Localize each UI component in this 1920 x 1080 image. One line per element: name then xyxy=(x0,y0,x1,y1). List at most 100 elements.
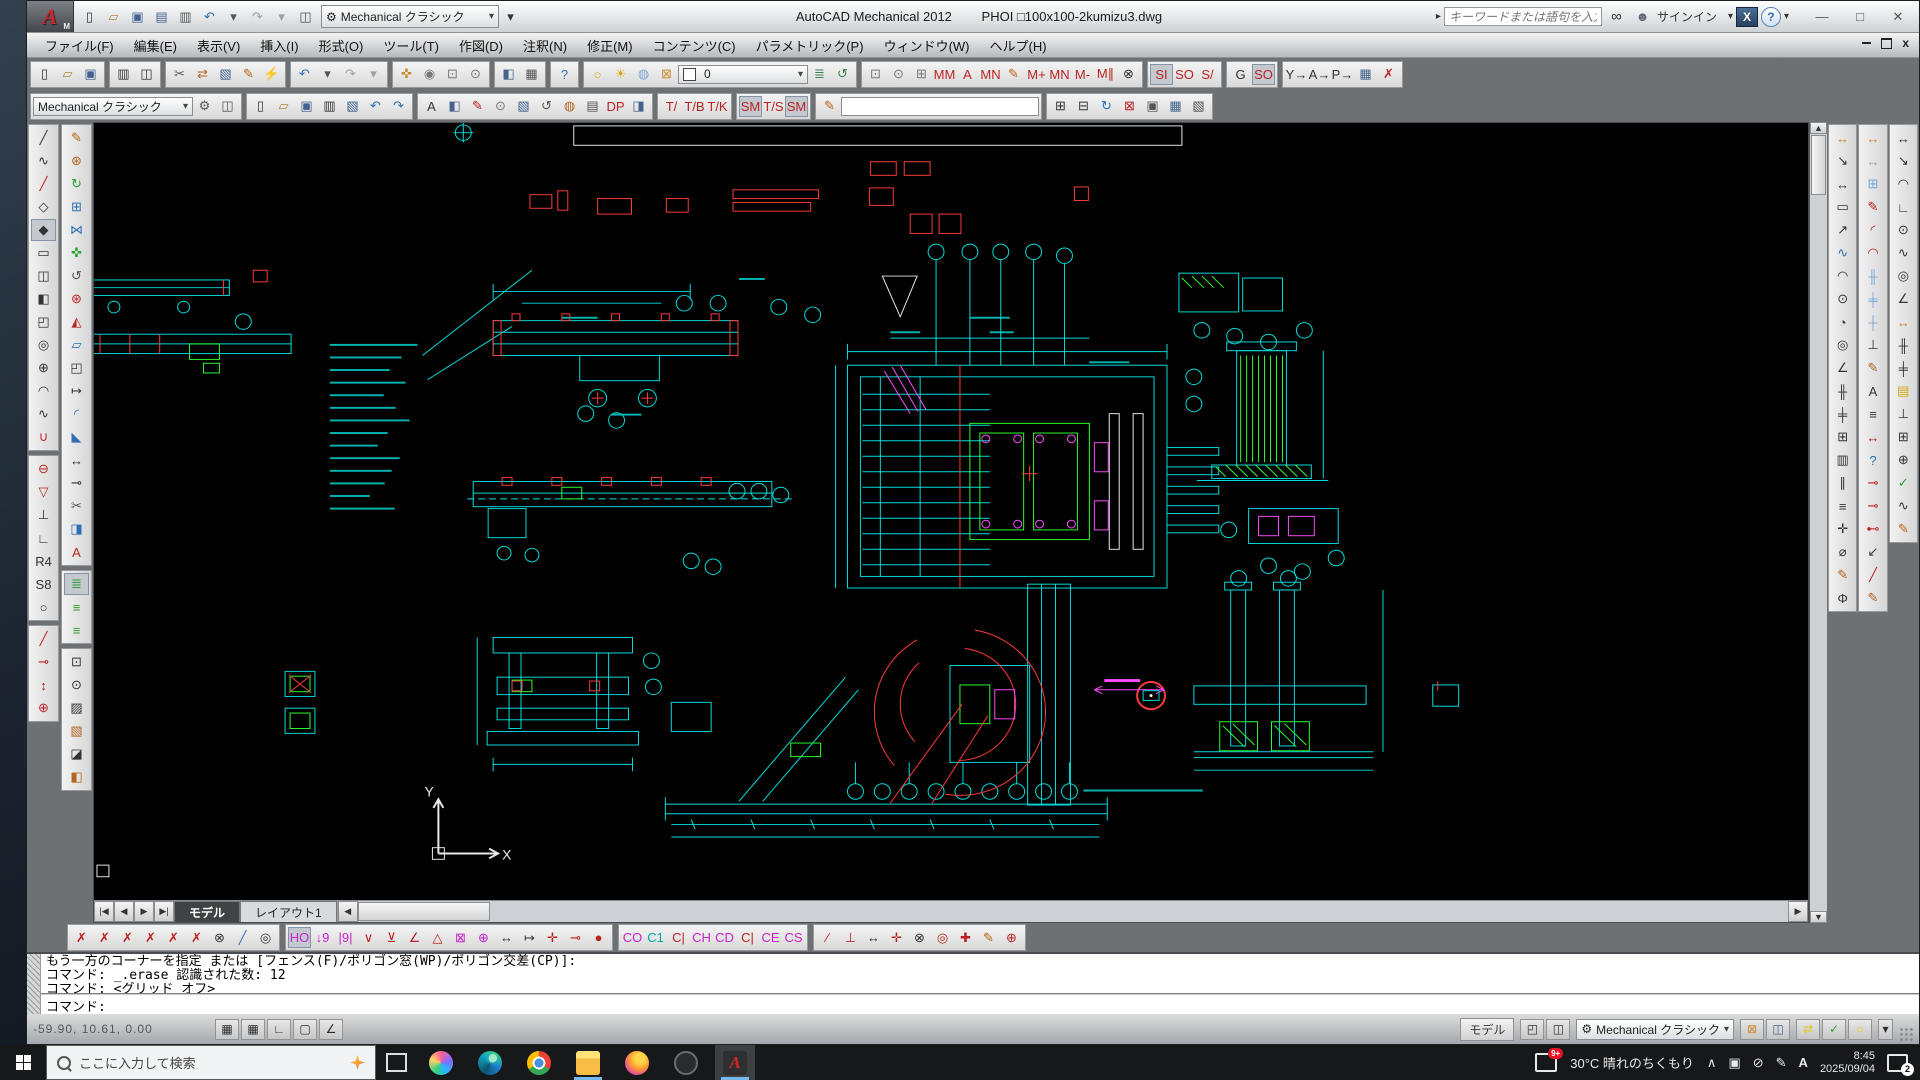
dim-jogged-icon[interactable]: ◔ xyxy=(1830,311,1855,333)
rotate2-icon[interactable]: ↺ xyxy=(64,265,89,287)
dim3-diameter-icon[interactable]: ◎ xyxy=(1891,265,1916,287)
layer-on-icon[interactable]: ○ xyxy=(586,64,609,85)
dim-aligned-icon[interactable]: ↘ xyxy=(1830,150,1855,172)
dim-edit-icon[interactable]: ↔ xyxy=(64,449,89,471)
dim-baseline-icon[interactable]: ╫ xyxy=(1830,380,1855,402)
cbar2-icon[interactable]: C| xyxy=(736,927,759,948)
snap-angle-icon[interactable]: ∠ xyxy=(403,927,426,948)
qat-more-button[interactable]: ▾ xyxy=(499,6,522,27)
horizontal-scroll-thumb[interactable] xyxy=(358,902,490,921)
dim3-qleader-icon[interactable]: ▤ xyxy=(1891,380,1916,402)
dim-space-icon[interactable]: ≡ xyxy=(1830,495,1855,517)
bar9-icon[interactable]: |9| xyxy=(334,927,357,948)
model-space-canvas[interactable]: Y X xyxy=(94,123,1808,900)
pdim-chain3-icon[interactable]: ┼ xyxy=(1860,311,1885,333)
snap-parallel-icon[interactable]: ⊻ xyxy=(380,927,403,948)
taskbar-search-box[interactable]: ここに入力して検索 xyxy=(46,1045,376,1080)
pan-icon[interactable]: ✜ xyxy=(395,64,418,85)
new-icon[interactable]: ▯ xyxy=(33,64,56,85)
copy-icon[interactable]: ⊛ xyxy=(64,150,89,172)
centerline-icon[interactable]: ╱ xyxy=(31,628,56,650)
plot-icon[interactable]: ▥ xyxy=(318,96,341,117)
rectangle-icon[interactable]: ▭ xyxy=(31,242,56,264)
paste-icon[interactable]: ▧ xyxy=(512,96,535,117)
s-slash-icon[interactable]: S/ xyxy=(1196,64,1219,85)
si-icon[interactable]: SI xyxy=(1150,64,1173,85)
power-snap-line-icon[interactable]: ∕ xyxy=(816,927,839,948)
mirror-red-icon[interactable]: ◭ xyxy=(64,311,89,333)
dim-aligned2-icon[interactable]: ↗ xyxy=(1830,219,1855,241)
snap-stub-icon[interactable]: ⊸ xyxy=(564,927,587,948)
sm2-icon[interactable]: SM xyxy=(785,96,808,117)
dim-linear2-icon[interactable]: ↔ xyxy=(1830,173,1855,195)
menu-5[interactable]: ツール(T) xyxy=(373,33,449,58)
vertical-scroll-thumb[interactable] xyxy=(1811,135,1826,195)
pdim-linear-icon[interactable]: ↔ xyxy=(1860,127,1885,149)
center-dumbbell-icon[interactable]: ⊸ xyxy=(31,651,56,673)
group-delete-icon[interactable]: ⊠ xyxy=(1118,96,1141,117)
snap-rotate-icon[interactable]: △ xyxy=(426,927,449,948)
menu-11[interactable]: ウィンドウ(W) xyxy=(874,33,980,58)
snap-toggle[interactable]: ▦ xyxy=(215,1019,239,1040)
taskbar-firefox-icon[interactable] xyxy=(617,1045,657,1080)
chamfer-icon[interactable]: ◣ xyxy=(64,426,89,448)
layer-group2-icon[interactable]: ≡ xyxy=(64,596,89,618)
minimize-button[interactable]: — xyxy=(1803,4,1841,30)
power-trim-icon[interactable]: ✂ xyxy=(64,495,89,517)
undo-dropdown-icon[interactable]: ▾ xyxy=(222,6,245,27)
workspace-combo-2[interactable]: Mechanical クラシック ▾ xyxy=(33,97,193,116)
copy-icon[interactable]: ▧ xyxy=(341,96,364,117)
workspace-gear-icon[interactable]: ⚙ xyxy=(193,96,216,117)
menu-12[interactable]: ヘルプ(H) xyxy=(980,33,1057,58)
detail-name-field[interactable] xyxy=(841,97,1039,116)
dim-qdim-icon[interactable]: ▥ xyxy=(1830,449,1855,471)
t-k-icon[interactable]: T/K xyxy=(706,96,729,117)
dim3-arc-icon[interactable]: ◠ xyxy=(1891,173,1916,195)
power-edit-icon[interactable]: ⚡ xyxy=(260,64,283,85)
trim-corner-icon[interactable]: ◰ xyxy=(64,357,89,379)
dim3-tolerance-icon[interactable]: ⊞ xyxy=(1891,426,1916,448)
center-vertical-icon[interactable]: ↕ xyxy=(31,674,56,696)
ortho-toggle[interactable]: ∟ xyxy=(267,1019,291,1040)
mech-layer-move-icon[interactable]: MN xyxy=(979,64,1002,85)
signin-dropdown-icon[interactable]: ▾ xyxy=(1728,11,1733,22)
a-arrow-icon[interactable]: A→ xyxy=(1308,64,1331,85)
doc-close-icon[interactable]: x xyxy=(1902,37,1909,49)
match-properties-icon[interactable]: ✎ xyxy=(237,64,260,85)
dim-note-icon[interactable]: ∿ xyxy=(1830,242,1855,264)
menu-3[interactable]: 挿入(I) xyxy=(250,33,308,58)
pdim-arrow3-icon[interactable]: ⊸ xyxy=(1860,495,1885,517)
dim3-check-icon[interactable]: ✓ xyxy=(1891,472,1916,494)
rotate-view-icon[interactable]: ↺ xyxy=(535,96,558,117)
rect-fillet-icon[interactable]: ◫ xyxy=(31,265,56,287)
y-arrow-icon[interactable]: Y→ xyxy=(1285,64,1308,85)
pdim-datum-icon[interactable]: ⊥ xyxy=(1860,334,1885,356)
mirror-icon[interactable]: ⋈ xyxy=(64,219,89,241)
taskbar-clock[interactable]: 8:45 2025/09/04 xyxy=(1820,1050,1875,1076)
dim3-jogline-icon[interactable]: ∿ xyxy=(1891,495,1916,517)
circle-2pt-icon[interactable]: ⊕ xyxy=(31,357,56,379)
power-snap-perp-icon[interactable]: ⊥ xyxy=(839,927,862,948)
undo-icon[interactable]: ↶ xyxy=(364,96,387,117)
help-icon[interactable]: ? xyxy=(553,64,576,85)
hatch-icon[interactable]: ▨ xyxy=(64,697,89,719)
grid-toggle[interactable]: ▦ xyxy=(241,1019,265,1040)
down9-icon[interactable]: ↓9 xyxy=(311,927,334,948)
command-panel-grip[interactable] xyxy=(27,954,41,1014)
move-icon[interactable]: ✜ xyxy=(64,242,89,264)
fillet-r4-icon[interactable]: R4 xyxy=(31,550,56,572)
copy-clip-icon[interactable]: ⇄ xyxy=(191,64,214,85)
undo-icon[interactable]: ↶ xyxy=(198,6,221,27)
power-snap-plus-icon[interactable]: ✚ xyxy=(954,927,977,948)
power-s8-icon[interactable]: S8 xyxy=(31,573,56,595)
pdim-chain-icon[interactable]: ╫ xyxy=(1860,265,1885,287)
drawing-quick-view-icon[interactable]: ◫ xyxy=(1546,1019,1570,1040)
dim3-linear-icon[interactable]: ↔ xyxy=(1891,127,1916,149)
dim-diameter-icon[interactable]: ◎ xyxy=(1830,334,1855,356)
pdim-chain2-icon[interactable]: ╪ xyxy=(1860,288,1885,310)
fillet-icon[interactable]: ◜ xyxy=(64,403,89,425)
sign-in-button[interactable]: サインイン xyxy=(1657,8,1725,25)
paste-icon[interactable]: ▧ xyxy=(214,64,237,85)
menu-8[interactable]: 修正(M) xyxy=(577,33,643,58)
properties-icon[interactable]: ◧ xyxy=(443,96,466,117)
